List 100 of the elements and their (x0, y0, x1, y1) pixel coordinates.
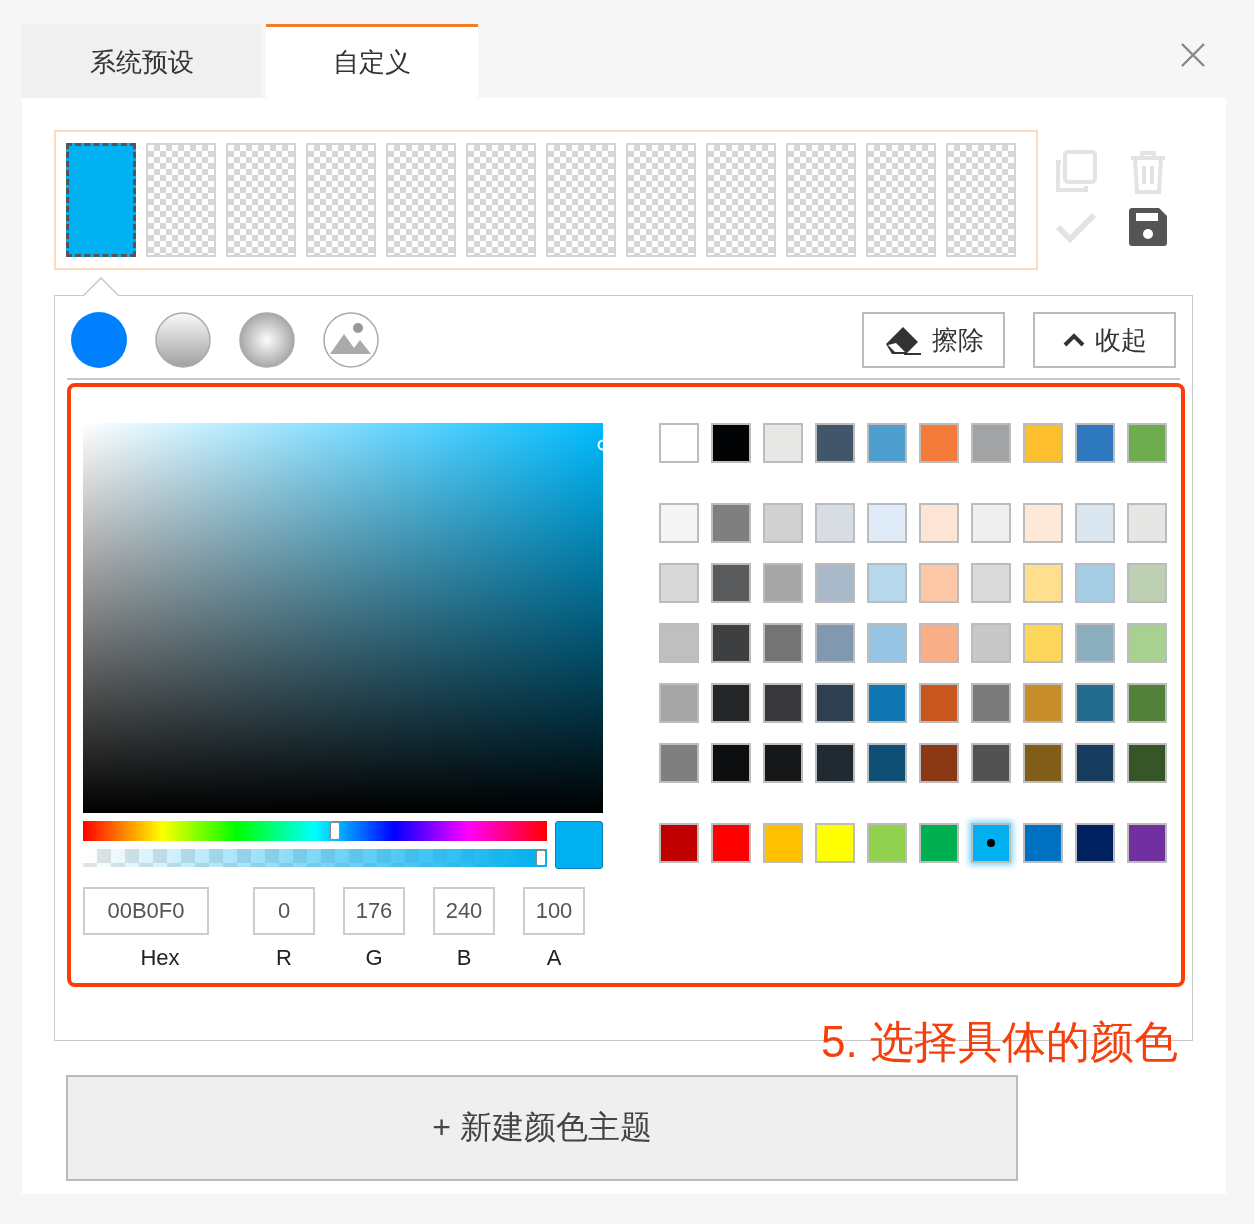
color-swatch[interactable] (867, 503, 907, 543)
color-swatch[interactable] (1075, 423, 1115, 463)
color-swatch[interactable] (1075, 623, 1115, 663)
field-label: R (276, 945, 292, 971)
save-icon[interactable] (1129, 208, 1167, 246)
color-swatch[interactable] (1023, 683, 1063, 723)
tab[interactable]: 系统预设 (22, 24, 262, 98)
hue-slider[interactable] (83, 821, 547, 841)
color-swatch[interactable] (763, 743, 803, 783)
color-preview (555, 821, 603, 869)
color-swatch[interactable] (919, 623, 959, 663)
color-swatch[interactable] (919, 563, 959, 603)
color-swatch[interactable] (815, 623, 855, 663)
color-swatch[interactable] (763, 423, 803, 463)
radial-gradient-icon[interactable] (239, 312, 295, 368)
alpha-slider-thumb[interactable] (536, 850, 546, 866)
color-value-field[interactable]: 00B0F0 (83, 887, 209, 935)
color-swatch[interactable] (971, 683, 1011, 723)
color-swatch[interactable] (971, 563, 1011, 603)
color-value-field[interactable]: 100 (523, 887, 585, 935)
color-swatch[interactable] (919, 823, 959, 863)
erase-button[interactable]: 擦除 (862, 312, 1005, 368)
hue-slider-thumb[interactable] (330, 822, 341, 840)
color-swatch[interactable] (867, 563, 907, 603)
linear-gradient-icon[interactable] (155, 312, 211, 368)
color-swatch[interactable] (971, 423, 1011, 463)
color-swatch[interactable] (919, 423, 959, 463)
color-swatch[interactable] (1127, 823, 1167, 863)
color-swatch[interactable] (711, 823, 751, 863)
color-swatch[interactable] (1023, 823, 1063, 863)
color-swatch[interactable] (867, 683, 907, 723)
color-swatch[interactable] (815, 423, 855, 463)
color-swatch[interactable] (1127, 423, 1167, 463)
color-swatch[interactable] (815, 503, 855, 543)
alpha-slider[interactable] (83, 849, 547, 867)
field-label: A (546, 945, 562, 971)
close-icon[interactable] (1180, 42, 1206, 68)
color-swatch[interactable] (659, 623, 699, 663)
color-swatch[interactable] (971, 623, 1011, 663)
color-swatch[interactable] (711, 503, 751, 543)
color-swatch[interactable] (1127, 683, 1167, 723)
color-swatch[interactable] (711, 623, 751, 663)
new-theme-button[interactable]: + 新建颜色主题 (66, 1075, 1018, 1181)
eraser-icon (883, 325, 922, 355)
image-icon[interactable] (323, 312, 379, 368)
color-swatch[interactable] (815, 743, 855, 783)
color-swatch[interactable] (867, 743, 907, 783)
caret-up-icon (1062, 333, 1085, 347)
color-swatch[interactable] (763, 503, 803, 543)
color-swatch[interactable] (1075, 683, 1115, 723)
color-swatch[interactable] (1127, 623, 1167, 663)
field-label: Hex (139, 945, 180, 971)
color-swatch[interactable] (763, 823, 803, 863)
color-swatch[interactable] (867, 423, 907, 463)
tab[interactable]: 自定义 (266, 24, 478, 98)
color-swatch[interactable] (1023, 503, 1063, 543)
color-swatch[interactable] (1023, 743, 1063, 783)
color-swatch[interactable] (815, 823, 855, 863)
annotation-caption: 5. 选择具体的颜色 (821, 1017, 1178, 1066)
color-swatch[interactable] (763, 683, 803, 723)
color-swatch[interactable] (763, 563, 803, 603)
color-swatch[interactable] (1023, 423, 1063, 463)
color-value-field[interactable]: 0 (253, 887, 315, 935)
color-swatch[interactable] (659, 503, 699, 543)
color-swatch[interactable] (659, 563, 699, 603)
field-label: B (456, 945, 472, 971)
color-swatch[interactable] (971, 503, 1011, 543)
color-swatch[interactable] (1023, 623, 1063, 663)
color-swatch[interactable] (1023, 563, 1063, 603)
color-value-field[interactable]: 240 (433, 887, 495, 935)
color-swatch[interactable] (1075, 563, 1115, 603)
color-swatch[interactable] (1127, 503, 1167, 543)
color-swatch[interactable] (971, 823, 1011, 863)
color-swatch[interactable] (659, 823, 699, 863)
color-swatch[interactable] (711, 563, 751, 603)
color-swatch[interactable] (815, 683, 855, 723)
color-swatch[interactable] (1075, 823, 1115, 863)
color-swatch[interactable] (971, 743, 1011, 783)
color-swatch[interactable] (763, 623, 803, 663)
solid-fill-icon[interactable] (71, 312, 127, 368)
color-swatch[interactable] (711, 743, 751, 783)
theme-slot[interactable] (66, 143, 136, 257)
color-swatch[interactable] (659, 423, 699, 463)
color-value-field[interactable]: 176 (343, 887, 405, 935)
collapse-button[interactable]: 收起 (1033, 312, 1176, 368)
color-swatch[interactable] (659, 683, 699, 723)
color-swatch[interactable] (1127, 743, 1167, 783)
color-swatch[interactable] (919, 503, 959, 543)
color-swatch[interactable] (1075, 743, 1115, 783)
color-swatch[interactable] (867, 623, 907, 663)
color-swatch[interactable] (815, 563, 855, 603)
color-swatch[interactable] (919, 743, 959, 783)
color-swatch[interactable] (711, 423, 751, 463)
color-swatch[interactable] (1075, 503, 1115, 543)
color-swatch[interactable] (1127, 563, 1167, 603)
color-swatch[interactable] (919, 683, 959, 723)
color-swatch[interactable] (711, 683, 751, 723)
color-swatch[interactable] (867, 823, 907, 863)
field-label: G (365, 945, 383, 971)
color-swatch[interactable] (659, 743, 699, 783)
